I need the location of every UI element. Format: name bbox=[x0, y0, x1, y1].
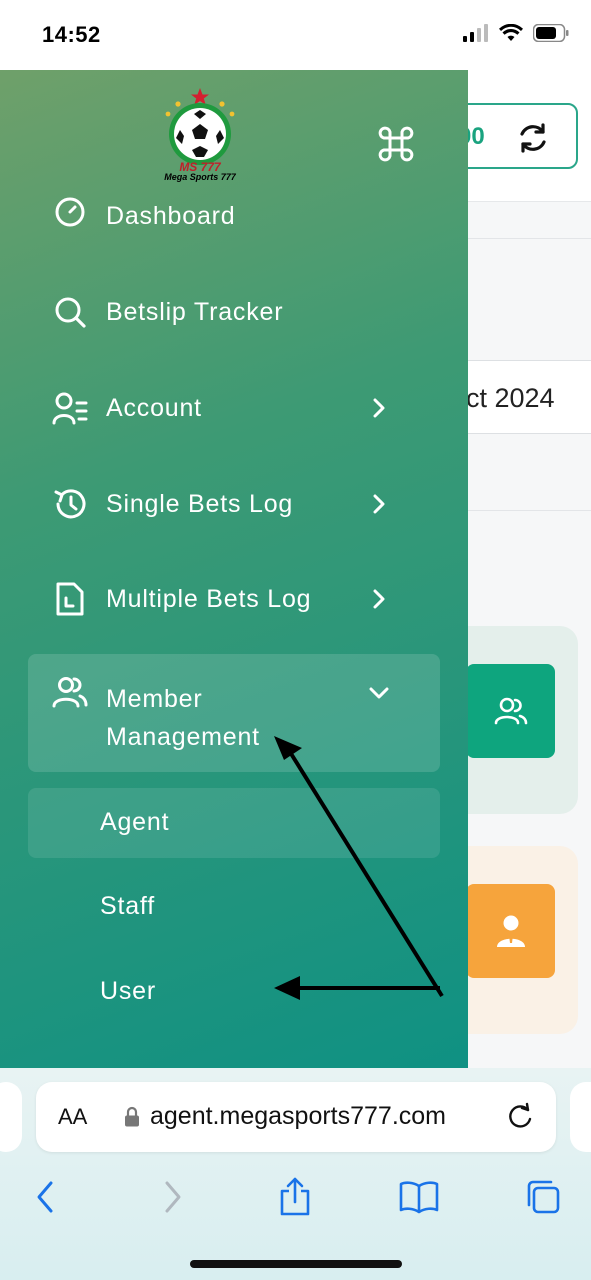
status-time: 14:52 bbox=[42, 22, 101, 47]
submenu-item-staff[interactable]: Staff bbox=[28, 872, 440, 942]
refresh-icon[interactable] bbox=[516, 121, 550, 155]
url-text: agent.megasports777.com bbox=[150, 1102, 447, 1130]
user-tie-icon bbox=[496, 915, 525, 947]
reader-settings-button[interactable]: AA bbox=[58, 1104, 87, 1130]
chevron-right-icon bbox=[373, 494, 385, 514]
menu-item-label: Betslip Tracker bbox=[106, 297, 284, 326]
user-card-icon[interactable] bbox=[466, 884, 555, 978]
reload-icon[interactable] bbox=[506, 1102, 534, 1132]
browser-toolbar: AA agent.megasports777.com bbox=[0, 1068, 591, 1280]
forward-button[interactable] bbox=[148, 1172, 198, 1222]
menu-item-multiple-bets-log[interactable]: Multiple Bets Log bbox=[28, 568, 440, 630]
logo-subtitle: Mega Sports 777 bbox=[164, 172, 236, 182]
next-tab-peek[interactable] bbox=[570, 1082, 591, 1152]
bookmarks-button[interactable] bbox=[394, 1172, 444, 1222]
history-icon bbox=[52, 486, 88, 522]
menu-item-label: Dashboard bbox=[106, 202, 236, 230]
account-icon bbox=[52, 390, 88, 426]
menu-item-label: Member Management bbox=[106, 685, 260, 751]
chevron-right-icon bbox=[165, 1181, 181, 1213]
signal-icon bbox=[463, 24, 488, 42]
menu-item-label: Single Bets Log bbox=[106, 489, 294, 518]
soccer-ball-logo-icon bbox=[165, 88, 235, 165]
brand-logo[interactable]: MS 777 Mega Sports 777 bbox=[158, 86, 242, 202]
menu-item-single-bets-log[interactable]: Single Bets Log bbox=[28, 473, 440, 535]
battery-icon bbox=[533, 24, 569, 42]
back-button[interactable] bbox=[20, 1172, 70, 1222]
date-text: ct 2024 bbox=[466, 383, 555, 413]
chevron-left-icon bbox=[37, 1181, 53, 1213]
status-bar: 14:52 bbox=[0, 0, 591, 70]
menu-item-account[interactable]: Account bbox=[28, 377, 440, 439]
status-icons bbox=[463, 24, 569, 42]
command-icon[interactable] bbox=[378, 126, 414, 162]
book-icon bbox=[399, 1181, 439, 1214]
share-icon bbox=[280, 1177, 310, 1216]
tabs-button[interactable] bbox=[518, 1172, 568, 1222]
document-icon bbox=[52, 581, 88, 617]
share-button[interactable] bbox=[270, 1172, 320, 1222]
submenu-item-label: Staff bbox=[100, 892, 155, 920]
submenu-item-label: Agent bbox=[100, 808, 170, 836]
menu-item-betslip-tracker[interactable]: Betslip Tracker bbox=[28, 281, 440, 343]
members-card-icon[interactable] bbox=[466, 664, 555, 758]
submenu-item-agent[interactable]: Agent bbox=[28, 788, 440, 858]
wifi-icon bbox=[499, 24, 523, 41]
chevron-right-icon bbox=[373, 589, 385, 609]
chevron-right-icon bbox=[373, 398, 385, 418]
menu-item-dashboard[interactable]: Dashboard bbox=[28, 190, 440, 252]
submenu-item-user[interactable]: User bbox=[28, 957, 440, 1027]
address-bar[interactable]: AA agent.megasports777.com bbox=[36, 1082, 556, 1152]
search-icon bbox=[52, 294, 88, 330]
menu-item-label: Multiple Bets Log bbox=[106, 584, 312, 613]
submenu-item-label: User bbox=[100, 977, 156, 1005]
menu-item-label: Account bbox=[106, 393, 202, 422]
chevron-down-icon bbox=[369, 687, 389, 699]
users-icon bbox=[52, 674, 88, 715]
browser-nav-row bbox=[0, 1172, 591, 1222]
home-indicator[interactable] bbox=[190, 1260, 402, 1268]
users-icon bbox=[494, 697, 527, 725]
lock-icon bbox=[125, 1106, 139, 1127]
tabs-icon bbox=[527, 1180, 560, 1214]
dashboard-icon bbox=[52, 194, 88, 230]
previous-tab-peek[interactable] bbox=[0, 1082, 22, 1152]
side-menu: MS 777 Mega Sports 777 Dashboard Betslip… bbox=[0, 70, 468, 1068]
menu-item-member-management[interactable]: Member Management bbox=[28, 654, 440, 772]
